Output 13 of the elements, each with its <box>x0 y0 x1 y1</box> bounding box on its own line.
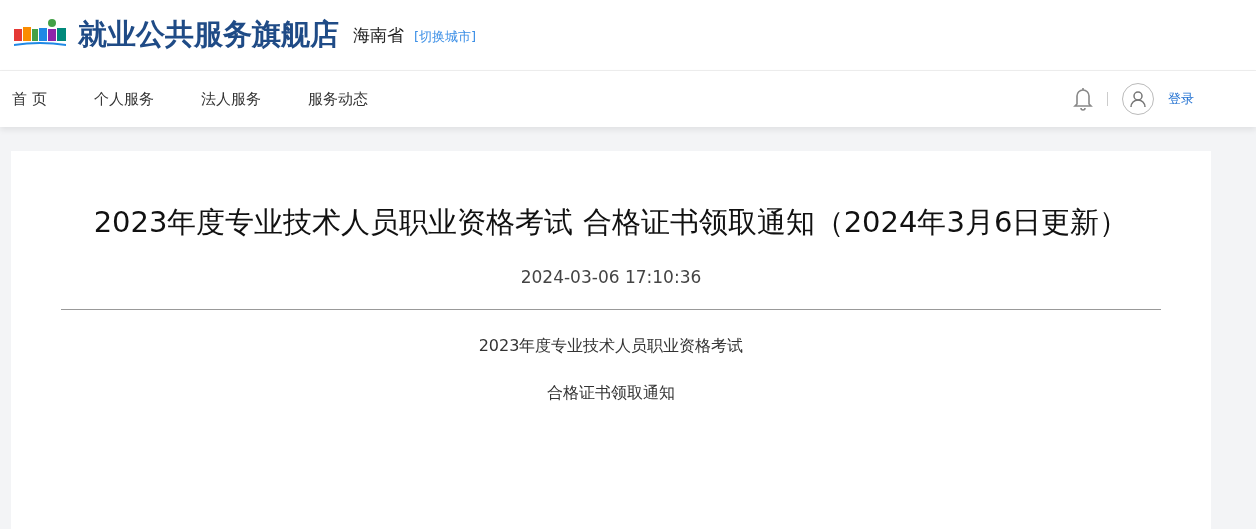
nav-item[interactable]: 首 页 <box>12 89 47 109</box>
nav-item[interactable]: 个人服务 <box>93 89 154 109</box>
article-paragraph: 2023年度专业技术人员职业资格考试 <box>477 336 745 358</box>
login-link[interactable]: 登录 <box>1168 90 1194 108</box>
bell-icon[interactable] <box>1073 87 1093 111</box>
article-title: 2023年度专业技术人员职业资格考试 合格证书领取通知（2024年3月6日更新） <box>92 204 1130 241</box>
site-title: 就业公共服务旗舰店 <box>78 16 339 53</box>
article-paragraph: 合格证书领取通知 <box>546 383 676 405</box>
nav-item[interactable]: 法人服务 <box>200 89 261 109</box>
nav-item[interactable]: 服务动态 <box>307 89 368 109</box>
switch-city-link[interactable]: [切换城市] <box>414 27 477 46</box>
article-date: 2024-03-06 17:10:36 <box>61 267 1161 311</box>
province-label: 海南省 <box>353 23 404 47</box>
